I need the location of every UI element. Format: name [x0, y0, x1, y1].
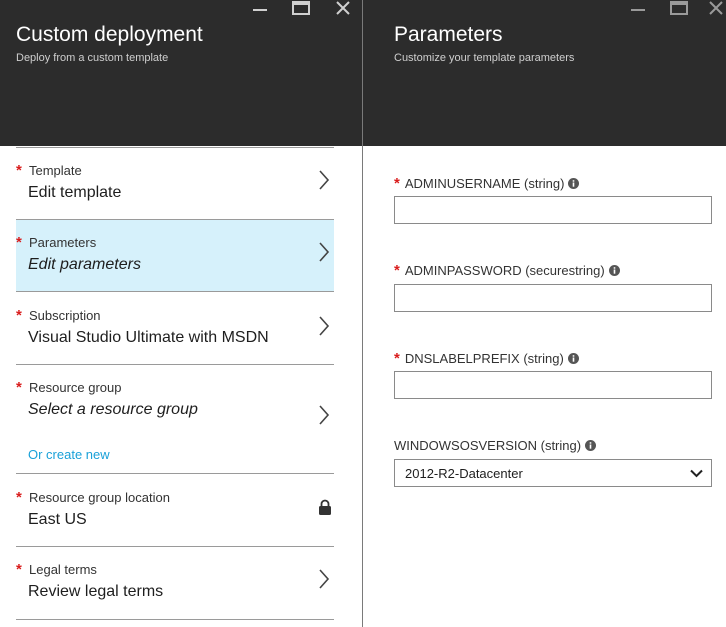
required-marker: *	[394, 350, 400, 367]
chevron-right-icon	[319, 569, 330, 589]
maximize-icon[interactable]	[669, 0, 689, 16]
adminpassword-input[interactable]	[394, 284, 712, 312]
required-marker: *	[16, 307, 22, 324]
blade-title: Parameters	[394, 23, 503, 46]
field-label-dnslabelprefix: * DNSLABELPREFIX (string)	[394, 350, 579, 367]
item-label: Parameters	[29, 235, 97, 250]
minimize-icon[interactable]	[628, 0, 648, 16]
field-label-windowsosversion: WINDOWSOSVERSION (string)	[394, 438, 597, 453]
chevron-right-icon	[319, 170, 330, 190]
blade-subtitle: Customize your template parameters	[394, 52, 575, 64]
item-value: Review legal terms	[28, 583, 164, 600]
minimize-icon[interactable]	[250, 0, 270, 16]
item-label: Template	[29, 163, 82, 178]
parameters-blade: Parameters Customize your template param…	[363, 0, 726, 627]
required-marker: *	[16, 561, 22, 578]
list-item-resource-group[interactable]: * Resource group Select a resource group…	[16, 365, 334, 474]
item-value: Visual Studio Ultimate with MSDN	[28, 329, 269, 346]
blade-header: Parameters Customize your template param…	[363, 0, 726, 146]
info-icon[interactable]	[585, 440, 597, 452]
blade-header: Custom deployment Deploy from a custom t…	[0, 0, 362, 146]
list-item-subscription[interactable]: * Subscription Visual Studio Ultimate wi…	[16, 292, 334, 365]
item-label: Legal terms	[29, 562, 97, 577]
blade-title: Custom deployment	[16, 23, 203, 46]
windowsosversion-select[interactable]: 2012-R2-Datacenter	[394, 459, 712, 487]
info-icon[interactable]	[608, 265, 620, 277]
required-marker: *	[16, 379, 22, 396]
dnslabelprefix-input[interactable]	[394, 371, 712, 399]
chevron-right-icon	[319, 405, 330, 425]
item-value: Edit parameters	[28, 256, 141, 273]
field-label-text: ADMINPASSWORD (securestring)	[404, 263, 605, 278]
field-label-text: WINDOWSOSVERSION (string)	[394, 438, 582, 453]
required-marker: *	[16, 489, 22, 506]
info-icon[interactable]	[567, 353, 579, 365]
field-label-adminpassword: * ADMINPASSWORD (securestring)	[394, 262, 620, 279]
item-value: Select a resource group	[28, 401, 198, 418]
chevron-right-icon	[319, 242, 330, 262]
chevron-down-icon	[690, 469, 703, 478]
item-label: Subscription	[29, 308, 101, 323]
item-label: Resource group location	[29, 490, 170, 505]
chevron-right-icon	[319, 316, 330, 336]
field-label-text: DNSLABELPREFIX (string)	[404, 351, 564, 366]
maximize-icon[interactable]	[291, 0, 311, 16]
required-marker: *	[16, 234, 22, 251]
info-icon[interactable]	[568, 178, 580, 190]
item-value: Edit template	[28, 184, 122, 201]
lock-icon	[319, 499, 331, 515]
blade-subtitle: Deploy from a custom template	[16, 52, 169, 64]
select-value: 2012-R2-Datacenter	[405, 466, 523, 481]
list-item-template[interactable]: * Template Edit template	[16, 148, 334, 220]
close-icon[interactable]	[333, 0, 353, 16]
adminusername-input[interactable]	[394, 196, 712, 224]
item-value: East US	[28, 511, 87, 528]
close-icon[interactable]	[706, 0, 726, 16]
required-marker: *	[394, 262, 400, 279]
custom-deployment-blade: Custom deployment Deploy from a custom t…	[0, 0, 362, 627]
item-label: Resource group	[29, 380, 122, 395]
list-item-legal-terms[interactable]: * Legal terms Review legal terms	[16, 547, 334, 620]
list-item-resource-group-location: * Resource group location East US	[16, 474, 334, 547]
field-label-text: ADMINUSERNAME (string)	[404, 176, 565, 191]
required-marker: *	[16, 162, 22, 179]
create-new-link[interactable]: Or create new	[28, 447, 110, 462]
field-label-adminusername: * ADMINUSERNAME (string)	[394, 175, 580, 192]
required-marker: *	[394, 175, 400, 192]
list-item-parameters[interactable]: * Parameters Edit parameters	[16, 220, 334, 292]
